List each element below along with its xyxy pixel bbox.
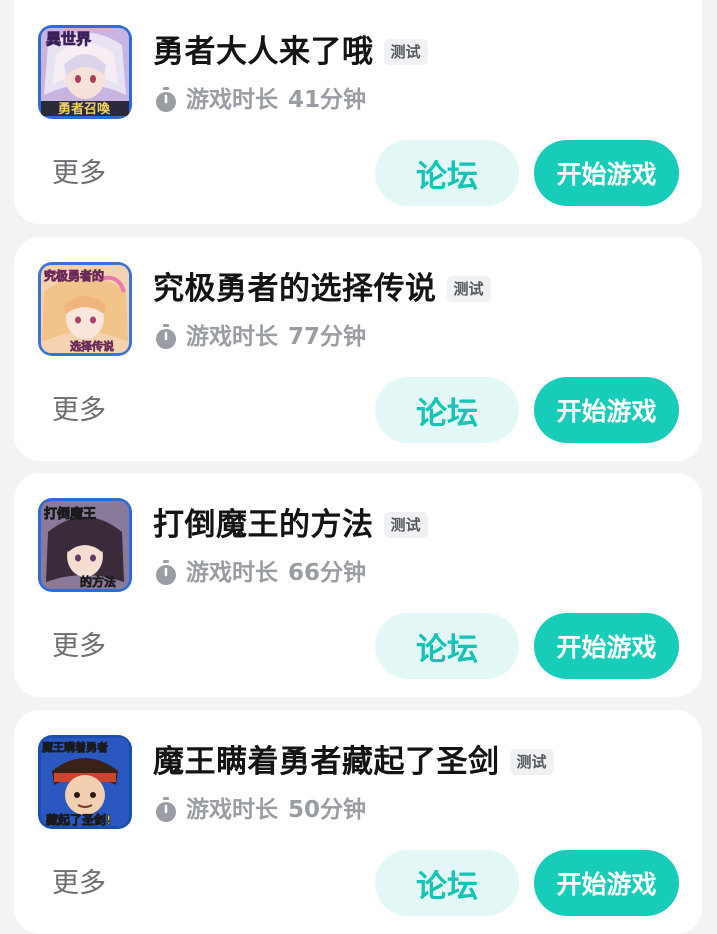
- more-link[interactable]: 更多: [52, 391, 106, 431]
- playtime-info: 游戏时长 77分钟: [154, 321, 366, 353]
- thumb-text-top: 究极勇者的: [44, 268, 104, 283]
- playtime-info: 游戏时长 41分钟: [154, 84, 366, 116]
- playtime-info: 游戏时长 50分钟: [154, 794, 366, 826]
- game-thumbnail[interactable]: 魔王瞒着勇者 藏起了圣剑!: [38, 735, 132, 829]
- more-link[interactable]: 更多: [52, 154, 106, 194]
- thumb-text-bottom: 选择传说: [70, 339, 114, 353]
- game-card[interactable]: 異世界 勇者召喚 勇者大人来了哦 测试 游戏时长 41分钟 更多 论坛 开始游戏: [14, 0, 702, 224]
- playtime-value: 50分钟: [288, 797, 367, 823]
- more-link[interactable]: 更多: [52, 864, 106, 904]
- test-badge: 测试: [383, 512, 428, 538]
- playtime-value: 66分钟: [288, 560, 367, 586]
- more-link[interactable]: 更多: [52, 627, 106, 667]
- start-game-button[interactable]: 开始游戏: [534, 850, 679, 916]
- forum-button[interactable]: 论坛: [375, 140, 519, 206]
- playtime-value: 41分钟: [288, 87, 367, 113]
- start-game-button[interactable]: 开始游戏: [534, 613, 679, 679]
- playtime-info: 游戏时长 66分钟: [154, 557, 366, 589]
- forum-button[interactable]: 论坛: [375, 613, 519, 679]
- start-game-button[interactable]: 开始游戏: [534, 140, 679, 206]
- game-title[interactable]: 魔王瞒着勇者藏起了圣剑: [153, 742, 500, 782]
- test-badge: 测试: [509, 749, 554, 775]
- stopwatch-icon: [154, 560, 178, 586]
- thumb-text-top: 打倒魔王: [44, 506, 96, 522]
- game-title[interactable]: 打倒魔王的方法: [153, 505, 374, 545]
- playtime-label: 游戏时长: [186, 324, 278, 350]
- forum-button[interactable]: 论坛: [375, 377, 519, 443]
- test-badge: 测试: [446, 276, 491, 302]
- thumb-text-bottom: 勇者召喚: [58, 101, 111, 117]
- game-card[interactable]: 究极勇者的 选择传说 究极勇者的选择传说 测试 游戏时长 77分钟 更多 论坛 …: [14, 237, 702, 461]
- thumb-text-bottom: 的方法: [80, 574, 116, 589]
- playtime-label: 游戏时长: [186, 797, 278, 823]
- thumb-text-top: 異世界: [46, 30, 91, 48]
- game-title[interactable]: 勇者大人来了哦: [153, 32, 374, 72]
- stopwatch-icon: [154, 324, 178, 350]
- thumb-text-top: 魔王瞒着勇者: [42, 740, 108, 754]
- game-thumbnail[interactable]: 異世界 勇者召喚: [38, 25, 132, 119]
- game-card[interactable]: 打倒魔王 的方法 打倒魔王的方法 测试 游戏时长 66分钟 更多 论坛 开始游戏: [14, 473, 702, 697]
- forum-button[interactable]: 论坛: [375, 850, 519, 916]
- game-thumbnail[interactable]: 究极勇者的 选择传说: [38, 262, 132, 356]
- playtime-label: 游戏时长: [186, 560, 278, 586]
- test-badge: 测试: [383, 39, 428, 65]
- stopwatch-icon: [154, 797, 178, 823]
- game-card[interactable]: 魔王瞒着勇者 藏起了圣剑! 魔王瞒着勇者藏起了圣剑 测试 游戏时长 50分钟 更…: [14, 710, 702, 934]
- playtime-label: 游戏时长: [186, 87, 278, 113]
- start-game-button[interactable]: 开始游戏: [534, 377, 679, 443]
- game-title[interactable]: 究极勇者的选择传说: [153, 269, 437, 309]
- playtime-value: 77分钟: [288, 324, 367, 350]
- game-thumbnail[interactable]: 打倒魔王 的方法: [38, 498, 132, 592]
- stopwatch-icon: [154, 87, 178, 113]
- thumb-text-bottom: 藏起了圣剑!: [46, 812, 111, 827]
